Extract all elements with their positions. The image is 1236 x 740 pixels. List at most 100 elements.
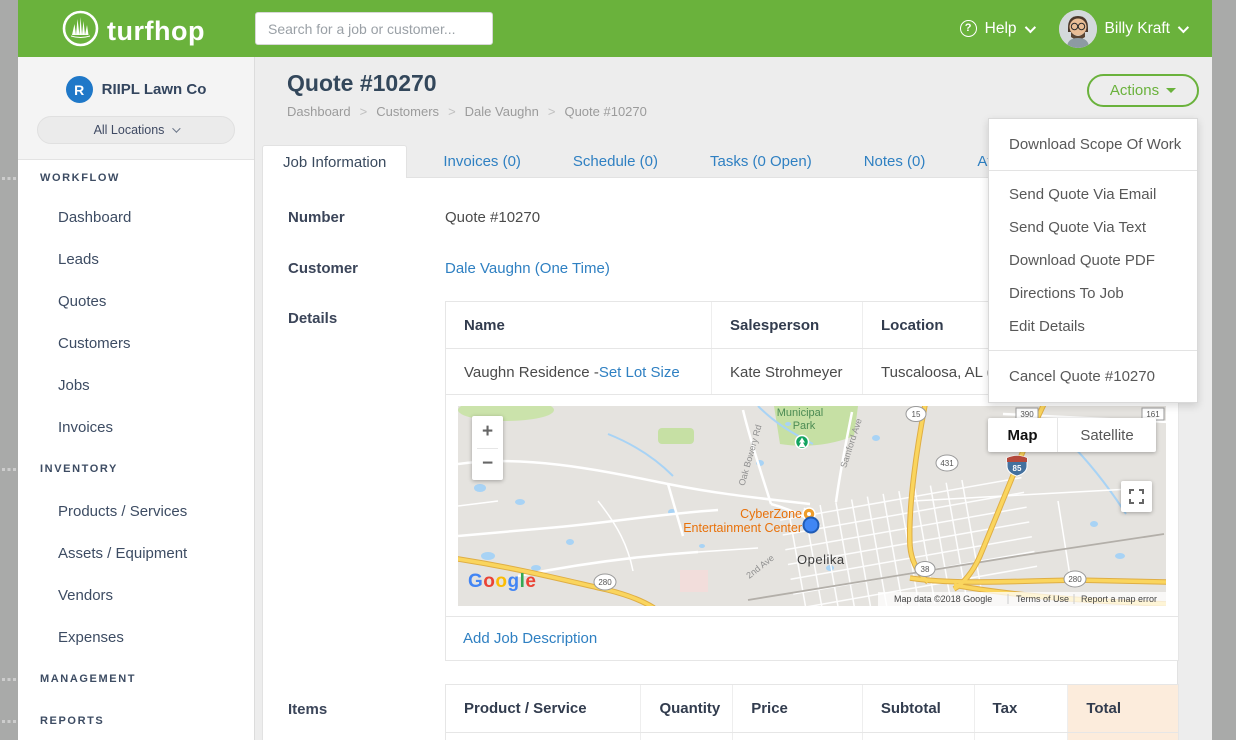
nav-section-label: WORKFLOW [40,172,120,184]
zoom-out-button[interactable]: − [472,449,503,481]
actions-button-label: Actions [1110,82,1159,99]
fullscreen-icon [1129,489,1144,504]
breadcrumb: Dashboard > Customers > Dale Vaughn > Qu… [287,104,647,119]
brand-name: turfhop [107,13,205,50]
section-dashes-icon [2,468,16,471]
chevron-down-icon [1024,21,1035,32]
set-lot-size-link[interactable]: Set Lot Size [599,364,680,381]
cell-name: Vaughn Residence - Set Lot Size [446,349,711,396]
sidebar-item-expenses[interactable]: Expenses [18,616,254,658]
job-description-row: Add Job Description [446,616,1178,660]
menu-item-send-quote-via-text[interactable]: Send Quote Via Text [989,211,1197,244]
sidebar-item-assets-equipment[interactable]: Assets / Equipment [18,532,254,574]
top-bar-right: ? Help Billy Kraf [960,0,1186,57]
menu-group: Send Quote Via Email Send Quote Via Text… [989,171,1197,350]
section-dashes-icon [2,720,16,723]
desktop-gutter-right[interactable] [1212,0,1236,740]
sidebar: R RIIPL Lawn Co All Locations WORKFLOW D… [18,57,255,740]
location-filter-dropdown[interactable]: All Locations [37,116,235,144]
google-logo[interactable]: Google [468,571,536,592]
menu-item-cancel-quote[interactable]: Cancel Quote #10270 [989,358,1197,395]
col-tax: Tax [974,685,1068,732]
tab-bar: Job Information Invoices (0) Schedule (0… [262,145,1099,178]
sidebar-item-vendors[interactable]: Vendors [18,574,254,616]
breadcrumb-separator: > [548,104,556,119]
brand-logo[interactable]: turfhop [62,10,205,52]
main-content: Quote #10270 Dashboard > Customers > Dal… [255,57,1212,740]
map-label-cyberzone: CyberZone [740,507,802,521]
search-input[interactable] [255,12,493,45]
map-attribution-terms-link[interactable]: Terms of Use [1016,594,1069,604]
cell-price [732,733,862,740]
map-label-opelika: Opelika [797,552,845,567]
sidebar-item-jobs[interactable]: Jobs [18,364,254,406]
sidebar-nav: WORKFLOW Dashboard Leads Quotes Customer… [18,160,254,740]
svg-text:15: 15 [912,410,921,419]
zoom-in-button[interactable]: + [472,416,503,448]
breadcrumb-dashboard[interactable]: Dashboard [287,104,351,119]
sidebar-item-quotes[interactable]: Quotes [18,280,254,322]
menu-item-directions-to-job[interactable]: Directions To Job [989,277,1197,310]
customer-label: Customer [288,260,358,277]
menu-item-edit-details[interactable]: Edit Details [989,310,1197,343]
map-label-entertainment-center: Entertainment Center [683,521,802,535]
svg-text:38: 38 [921,565,930,574]
actions-button[interactable]: Actions [1087,74,1199,107]
svg-text:280: 280 [598,578,612,587]
details-label: Details [288,310,337,327]
map-attribution-report-link[interactable]: Report a map error [1081,594,1157,604]
section-dashes-icon [2,678,16,681]
fullscreen-button[interactable] [1121,481,1152,512]
nav-section-label: INVENTORY [40,463,118,475]
location-dot-icon [804,518,819,533]
breadcrumb-separator: > [360,104,368,119]
map-container[interactable]: 15 390 161 431 38 280 280 [458,406,1166,606]
sidebar-item-customers[interactable]: Customers [18,322,254,364]
number-label: Number [288,209,345,226]
map-view-button[interactable]: Map [988,418,1058,452]
chevron-down-icon [173,124,181,132]
page-title: Quote #10270 [287,70,437,97]
property-name: Vaughn Residence - [464,364,599,381]
cell-product-service [446,733,640,740]
menu-item-send-quote-via-email[interactable]: Send Quote Via Email [989,178,1197,211]
svg-text:280: 280 [1068,575,1082,584]
breadcrumb-customers[interactable]: Customers [376,104,439,119]
sidebar-item-products-services[interactable]: Products / Services [18,490,254,532]
col-total: Total [1067,685,1178,732]
tab-job-information[interactable]: Job Information [262,145,407,178]
nav-section-management[interactable]: MANAGEMENT [18,658,254,700]
customer-link[interactable]: Dale Vaughn [445,260,531,277]
tab-schedule[interactable]: Schedule (0) [557,145,674,178]
tab-notes[interactable]: Notes (0) [848,145,942,178]
nav-section-reports[interactable]: REPORTS [18,700,254,740]
user-menu[interactable]: Billy Kraft [1059,10,1186,48]
add-job-description-link[interactable]: Add Job Description [463,630,597,647]
col-price: Price [732,685,862,732]
items-table-row [446,733,1178,740]
avatar [1059,10,1097,48]
cell-total [1067,733,1178,740]
breadcrumb-dale-vaughn[interactable]: Dale Vaughn [465,104,539,119]
number-value: Quote #10270 [445,209,540,226]
menu-item-download-quote-pdf[interactable]: Download Quote PDF [989,244,1197,277]
menu-group: Cancel Quote #10270 [989,351,1197,402]
tab-invoices[interactable]: Invoices (0) [427,145,537,178]
top-bar: turfhop ? Help [18,0,1212,57]
col-name: Name [446,302,711,348]
help-menu[interactable]: ? Help [960,20,1033,38]
sidebar-item-invoices[interactable]: Invoices [18,406,254,448]
sidebar-item-leads[interactable]: Leads [18,238,254,280]
sidebar-item-dashboard[interactable]: Dashboard [18,196,254,238]
customer-type-link[interactable]: (One Time) [535,260,610,277]
tab-tasks[interactable]: Tasks (0 Open) [694,145,828,178]
desktop-gutter-left [0,0,18,740]
menu-item-download-scope-of-work[interactable]: Download Scope Of Work [989,126,1197,163]
items-table: Product / Service Quantity Price Subtota… [445,684,1179,740]
cell-salesperson: Kate Strohmeyer [711,349,862,396]
satellite-view-button[interactable]: Satellite [1058,418,1156,452]
col-subtotal: Subtotal [862,685,974,732]
user-name: Billy Kraft [1105,20,1170,38]
items-label: Items [288,701,327,718]
nav-section-label: MANAGEMENT [40,673,136,685]
